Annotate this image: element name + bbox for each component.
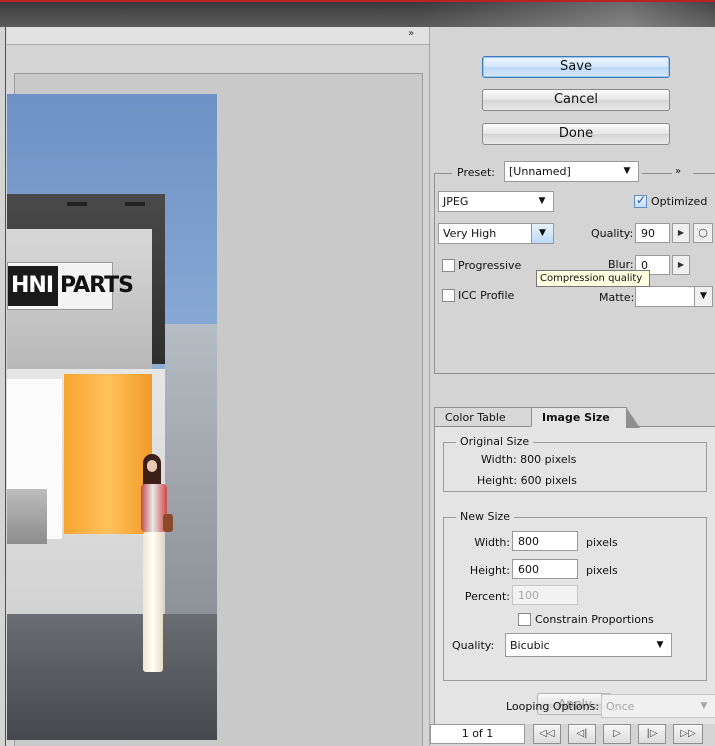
quality-slider-button[interactable]: ▶: [672, 223, 690, 243]
resample-quality-value: Bicubic: [510, 639, 550, 652]
percent-input[interactable]: 100: [512, 585, 578, 605]
image-display-cubes: [7, 489, 47, 544]
preset-group-line: [693, 173, 715, 174]
height-unit: pixels: [586, 564, 618, 577]
icc-profile-checkbox[interactable]: [442, 289, 455, 302]
percent-label: Percent:: [464, 590, 510, 603]
image-spotlight: [67, 202, 87, 206]
next-frame-icon[interactable]: |▷: [638, 724, 666, 744]
image-person-bag: [163, 514, 173, 532]
preset-group-line: [642, 173, 672, 174]
frame-navigation: 1 of 1 ◁◁ ◁| ▷ |▷ ▷▷: [430, 724, 715, 746]
quality-preset-value: Very High: [443, 227, 497, 240]
preset-group-line: [434, 173, 452, 174]
resample-quality-label: Quality:: [452, 639, 495, 652]
chevron-down-icon: ▼: [700, 701, 708, 711]
first-frame-icon[interactable]: ◁◁: [533, 724, 561, 744]
chevron-down-icon: ▼: [538, 196, 546, 206]
preset-menu-icon[interactable]: »: [675, 166, 681, 177]
image-person-legs: [143, 532, 163, 672]
height-input[interactable]: 600: [512, 559, 578, 579]
image-person: [127, 454, 175, 704]
new-width-label: Width:: [474, 536, 510, 549]
quality-preset-select[interactable]: Very High ▼: [438, 223, 554, 244]
percent-value: 100: [518, 589, 539, 602]
image-logo-left: HNI: [8, 266, 58, 306]
original-width-text: Width: 800 pixels: [481, 453, 577, 466]
progressive-label: Progressive: [458, 259, 522, 272]
chevron-down-icon: ▼: [656, 640, 664, 650]
frame-count: 1 of 1: [430, 724, 525, 744]
settings-group-border: [434, 173, 435, 373]
original-size-group: Original Size Width: 800 pixels Height: …: [443, 435, 707, 492]
cancel-button[interactable]: Cancel: [482, 89, 670, 111]
image-spotlight: [125, 202, 145, 206]
image-logo: HNI PARTS: [7, 262, 134, 310]
settings-panel: Save Cancel Done Preset: [Unnamed] ▼ » J…: [429, 27, 715, 746]
original-height-text: Height: 600 pixels: [477, 474, 577, 487]
image-logo-right: PARTS: [60, 273, 134, 298]
blur-slider-button[interactable]: ▶: [672, 255, 690, 275]
looping-options-label: Looping Options:: [506, 700, 600, 713]
quality-option-icon[interactable]: ○: [693, 223, 713, 243]
quality-value: 90: [641, 227, 655, 240]
height-value: 600: [518, 563, 539, 576]
resample-quality-select[interactable]: Bicubic ▼: [505, 633, 672, 657]
format-select[interactable]: JPEG ▼: [438, 191, 554, 212]
previous-frame-icon[interactable]: ◁|: [568, 724, 596, 744]
looping-options-select[interactable]: Once ▼: [601, 694, 715, 718]
chevron-down-icon: ▼: [694, 287, 712, 306]
preset-value: [Unnamed]: [509, 165, 571, 178]
optimized-checkbox[interactable]: [634, 193, 647, 208]
preview-tab-strip: [7, 27, 429, 45]
done-button[interactable]: Done: [482, 123, 670, 145]
settings-group-bottom: [434, 373, 715, 374]
new-size-group: New Size Width: 800 pixels Height: 600 p…: [443, 510, 707, 681]
matte-select[interactable]: ▼: [635, 286, 713, 307]
constrain-proportions-checkbox[interactable]: [518, 613, 531, 626]
preview-image[interactable]: HNI PARTS: [7, 94, 217, 740]
double-chevron-right-icon[interactable]: »: [408, 28, 414, 39]
preset-label: Preset:: [457, 166, 496, 179]
quality-input[interactable]: 90: [635, 223, 670, 243]
image-floor: [7, 614, 217, 740]
tab-image-size[interactable]: Image Size: [531, 407, 640, 428]
preset-select[interactable]: [Unnamed] ▼: [504, 161, 639, 182]
new-height-label: Height:: [469, 564, 510, 577]
width-value: 800: [518, 535, 539, 548]
last-frame-icon[interactable]: ▷▷: [673, 724, 703, 744]
original-size-title: Original Size: [456, 435, 534, 448]
image-person-face: [147, 460, 157, 472]
width-unit: pixels: [586, 536, 618, 549]
save-button[interactable]: Save: [482, 56, 670, 78]
chevron-down-icon: ▼: [531, 224, 553, 243]
title-bar-highlight: [420, 2, 715, 29]
width-input[interactable]: 800: [512, 531, 578, 551]
tab-color-table[interactable]: Color Table: [434, 407, 532, 427]
window-title-bar: [0, 0, 715, 29]
quality-label: Quality:: [591, 227, 634, 240]
optimized-label: Optimized: [651, 195, 708, 208]
format-value: JPEG: [443, 195, 469, 208]
new-size-title: New Size: [456, 510, 515, 523]
constrain-proportions-label: Constrain Proportions: [535, 613, 654, 626]
progressive-checkbox[interactable]: [442, 259, 455, 272]
icc-profile-label: ICC Profile: [458, 289, 515, 302]
matte-label: Matte:: [599, 291, 635, 304]
play-icon[interactable]: ▷: [603, 724, 631, 744]
chevron-down-icon: ▼: [623, 166, 631, 176]
window-left-edge: [0, 27, 6, 746]
compression-quality-tooltip: Compression quality: [536, 270, 650, 287]
looping-options-value: Once: [606, 700, 635, 713]
